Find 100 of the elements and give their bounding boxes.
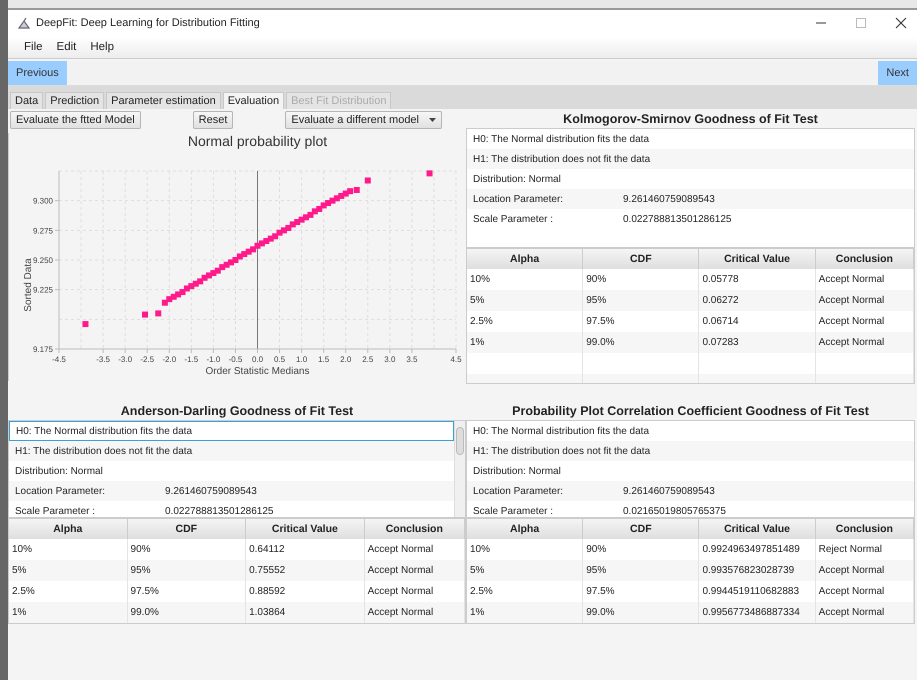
info-value: 9.261460759089543 [623,194,715,204]
y-tick-label: 9.250 [32,256,53,265]
x-tick-label: -2.5 [140,355,154,364]
table-cell: 0.06272 [699,290,816,311]
x-tick-label: -2.0 [162,355,176,364]
tab[interactable]: Prediction [45,92,104,109]
info-label: Distribution: Normal [473,174,562,184]
y-tick-label: 9.225 [32,286,53,295]
scrollbar[interactable] [454,421,465,517]
column-header[interactable]: Alpha [467,519,584,539]
table-cell: Accept Normal [816,560,914,581]
table-cell: 95% [583,290,700,311]
list-item[interactable]: Location Parameter: 9.261460759089543 [467,189,914,209]
column-header[interactable]: Critical Value [699,249,816,269]
info-label: H0: The Normal distribution fits the data [473,134,650,144]
list-item[interactable]: Scale Parameter : 0.022788813501286125 [467,209,914,229]
list-item[interactable]: H1: The distribution does not fit the data [9,441,454,461]
list-item[interactable]: H0: The Normal distribution fits the data [467,129,914,149]
list-item[interactable]: H0: The Normal distribution fits the data [9,421,454,441]
previous-button[interactable]: Previous [8,61,67,85]
table-cell: 5% [9,560,128,581]
tab[interactable]: Evaluation [222,92,284,109]
x-tick-label: 0.5 [274,355,286,364]
list-item[interactable]: Location Parameter: 9.261460759089543 [467,481,914,501]
table-cell: 0.9956773486887334 [699,602,816,623]
table-cell: 1% [467,332,584,353]
column-header[interactable]: Alpha [9,519,128,539]
list-item[interactable]: H0: The Normal distribution fits the data [467,421,914,441]
table-cell: 1% [9,602,128,623]
column-header[interactable]: Critical Value [246,519,365,539]
table-cell: 0.75552 [246,560,365,581]
info-label: Scale Parameter : [473,506,554,516]
info-value: 9.261460759089543 [623,486,715,496]
table-cell: 99.0% [583,602,700,623]
reset-button[interactable]: Reset [192,111,234,129]
x-tick-label: -4.5 [52,355,66,364]
table-cell: 1% [467,602,584,623]
info-label: Distribution: Normal [473,466,562,476]
table-cell: 99.0% [583,332,700,353]
table-cell: 5% [467,290,584,311]
column-header[interactable]: CDF [583,519,700,539]
table-cell: Accept Normal [816,332,914,353]
menu-item[interactable]: Help [90,41,114,53]
tab[interactable]: Parameter estimation [106,92,221,109]
data-point [426,170,433,176]
list-item[interactable]: Distribution: Normal [9,461,454,481]
column-header[interactable]: Critical Value [699,519,816,539]
column-header[interactable]: Conclusion [364,519,465,539]
list-item[interactable]: Distribution: Normal [467,169,914,189]
table-cell: 5% [467,560,584,581]
column-header[interactable]: Conclusion [816,249,914,269]
table-cell: Accept Normal [364,560,465,581]
data-point [155,310,162,316]
table-cell: 95% [128,560,246,581]
list-item[interactable]: Scale Parameter : 0.02165019805765375 [467,501,914,517]
y-tick-label: 9.175 [32,345,53,354]
x-axis-label: Order Statistic Medians [206,366,310,377]
info-label: Location Parameter: [473,486,564,496]
tab[interactable]: Data [10,92,44,109]
column-header[interactable]: CDF [128,519,246,539]
table-cell: Accept Normal [364,602,465,623]
evaluate-button[interactable]: Evaluate the ftted Model [10,111,141,129]
x-tick-label: 4.5 [450,355,462,364]
x-tick-label: -1.5 [184,355,198,364]
column-header[interactable]: Conclusion [816,519,914,539]
x-tick-label: 2.0 [340,355,352,364]
column-header[interactable]: Alpha [467,249,584,269]
model-dropdown[interactable]: Evaluate a different model [285,111,442,129]
info-label: H1: The distribution does not fit the data [473,446,650,456]
list-item[interactable]: H1: The distribution does not fit the data [467,441,914,461]
column-header[interactable]: CDF [583,249,700,269]
list-item[interactable]: Scale Parameter : 0.022788813501286125 [9,501,454,517]
x-tick-label: 1.0 [296,355,308,364]
info-label: Scale Parameter : [15,506,96,516]
x-tick-label: -3.5 [96,355,110,364]
table-cell: 0.993576823028739 [699,560,816,581]
list-item[interactable]: Location Parameter: 9.261460759089543 [9,481,454,501]
table-cell: 95% [583,560,700,581]
info-label: H1: The distribution does not fit the data [15,446,192,456]
table-cell: Accept Normal [816,602,914,623]
x-tick-label: -0.5 [228,355,242,364]
list-item[interactable]: H1: The distribution does not fit the data [467,149,914,169]
close-icon[interactable] [895,17,907,29]
x-tick-label: 3.0 [384,355,396,364]
menu-item[interactable]: Edit [56,41,76,53]
test-title: Probability Plot Correlation Coefficient Goodness of Fit Test [511,403,870,420]
info-value: 9.261460759089543 [165,486,257,496]
x-tick-label: 2.5 [362,355,374,364]
info-value: 0.022788813501286125 [165,506,274,516]
y-tick-label: 9.275 [32,226,53,236]
data-point [82,321,88,328]
x-tick-label: 3.5 [406,355,418,364]
menu-item[interactable]: File [24,41,43,53]
x-tick-label: 1.5 [318,355,330,364]
data-point [364,178,371,184]
table-cell: 99.0% [128,602,246,623]
info-label: Location Parameter: [15,486,106,496]
next-button[interactable]: Next [878,61,917,85]
list-item[interactable]: Distribution: Normal [467,461,914,481]
info-label: H0: The Normal distribution fits the data [16,426,192,436]
